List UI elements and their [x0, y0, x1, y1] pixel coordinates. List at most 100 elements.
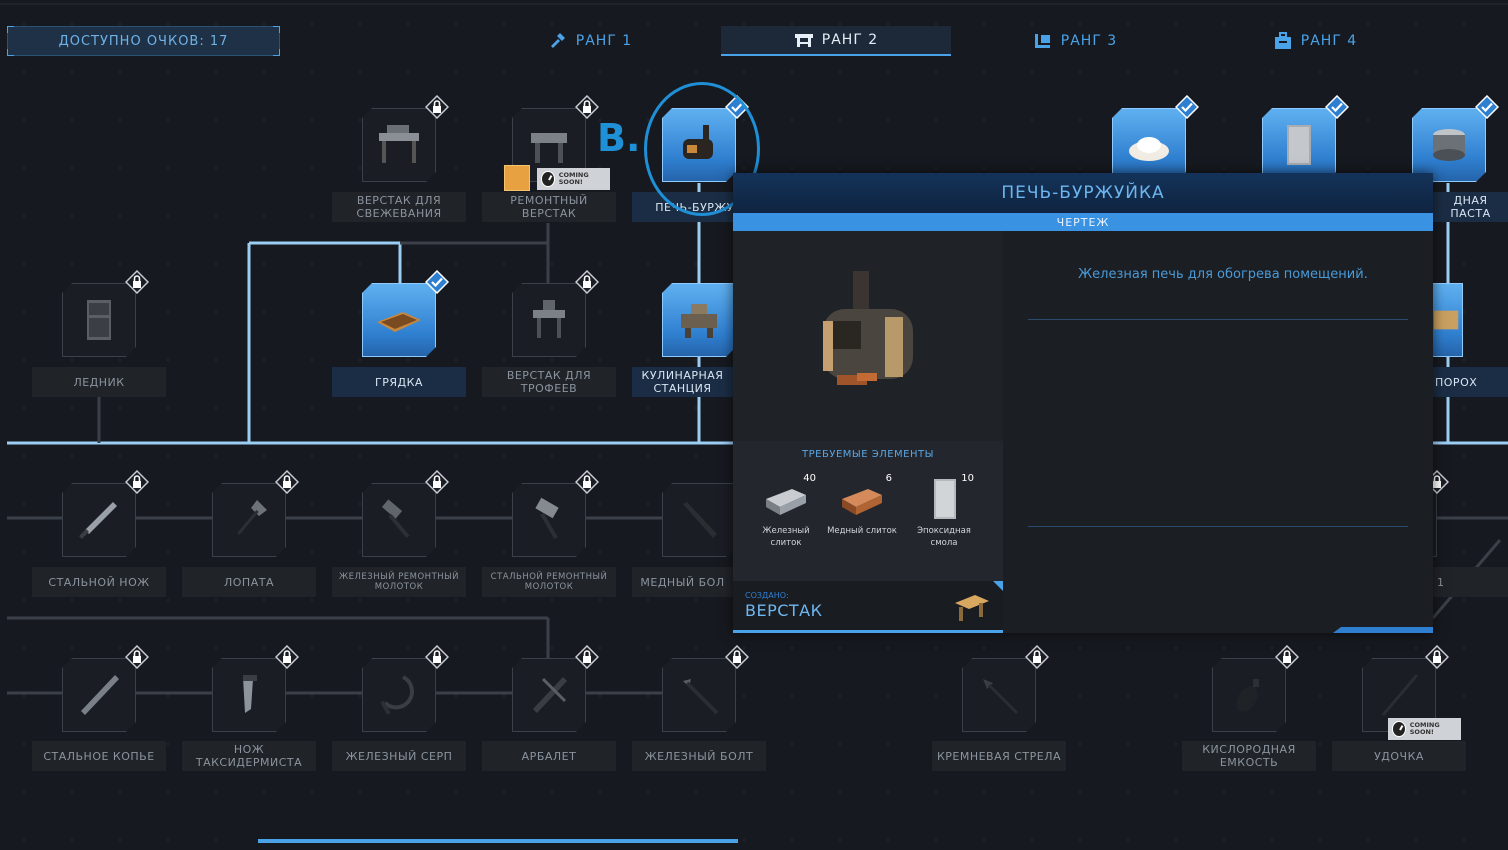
tree-node-steel-spear[interactable]: [62, 658, 136, 732]
tree-node-oxygen-tank[interactable]: [1212, 658, 1286, 732]
item-label-flint-arrow: КРЕМНЕВАЯ СТРЕЛА: [932, 741, 1066, 771]
item-label-copper-bolt: МЕДНЫЙ БОЛ: [632, 567, 733, 597]
tab-rank-1-label: РАНГ 1: [575, 33, 633, 49]
item-label-gunpowder: ПОРОХ: [1433, 367, 1508, 397]
tree-node-crossbow[interactable]: [512, 658, 586, 732]
tree-node-paste[interactable]: [1412, 108, 1486, 182]
lock-icon: [125, 270, 149, 294]
copper-ingot-icon: [842, 489, 882, 515]
lock-icon: [1025, 645, 1049, 669]
item-label-row2-right: 1: [1433, 567, 1508, 597]
item-label-fresh-bench: ВЕРСТАК ДЛЯ СВЕЖЕВАНИЯ: [332, 192, 466, 222]
spear-icon: [73, 669, 125, 721]
knife-icon: [73, 494, 125, 546]
tree-node-iron-sickle[interactable]: [362, 658, 436, 732]
tab-rank-4[interactable]: РАНГ 4: [1250, 26, 1380, 56]
item-label-iron-hammer: ЖЕЛЕЗНЫЙ РЕМОНТНЫЙ МОЛОТОК: [332, 567, 466, 597]
required-qty: 10: [961, 473, 974, 484]
tree-node-cooking[interactable]: [662, 283, 736, 357]
tree-node-gunpowder[interactable]: [1433, 283, 1463, 357]
required-item: 10 Эпоксидная смола: [909, 473, 979, 549]
tree-node-row2-right[interactable]: [1433, 483, 1437, 557]
tree-node-garden[interactable]: [362, 283, 436, 357]
item-label-crossbow: АРБАЛЕТ: [482, 741, 616, 771]
panel-accent-bar: [1333, 627, 1433, 633]
crafted-at-label: СОЗДАНО:: [745, 591, 789, 600]
lock-icon: [425, 470, 449, 494]
item-label-iron-sickle: ЖЕЛЕЗНЫЙ СЕРП: [332, 741, 466, 771]
item-label-oxygen-tank: КИСЛОРОДНАЯ ЕМКОСТЬ: [1182, 741, 1316, 771]
tab-rank-4-label: РАНГ 4: [1300, 33, 1358, 49]
tab-rank-2[interactable]: РАНГ 2: [721, 26, 951, 56]
cooking-station-icon: [673, 294, 725, 346]
tab-rank-3[interactable]: РАНГ 3: [1010, 26, 1140, 56]
clock-icon: [1392, 721, 1406, 737]
required-name: Эпоксидная смола: [917, 526, 971, 548]
checkmark-icon: [1325, 95, 1349, 119]
tree-node-steel-knife[interactable]: [62, 483, 136, 557]
tree-node-salt[interactable]: [1112, 108, 1186, 182]
available-points: ДОСТУПНО ОЧКОВ: 17: [7, 26, 280, 56]
item-detail-panel: ПЕЧЬ-БУРЖУЙКА ЧЕРТЕЖ ТРЕБУЕМЫЕ ЭЛЕМЕНТЫ …: [733, 173, 1433, 633]
horizontal-scrollbar[interactable]: [258, 839, 738, 843]
workbench-small-icon: [955, 595, 989, 621]
required-items-title: ТРЕБУЕМЫЕ ЭЛЕМЕНТЫ: [802, 449, 934, 460]
tree-node-steel-hammer[interactable]: [512, 483, 586, 557]
gunpowder-icon: [1433, 310, 1458, 330]
tree-node-taxidermy-knife[interactable]: [212, 658, 286, 732]
item-label-garden: ГРЯДКА: [332, 367, 466, 397]
item-label-cooking: КУЛИНАРНАЯ СТАНЦИЯ: [632, 367, 733, 397]
stove-icon: [673, 119, 725, 171]
lock-icon: [575, 645, 599, 669]
tab-rank-2-label: РАНГ 2: [821, 32, 879, 48]
tree-node-fresh-bench[interactable]: [362, 108, 436, 182]
tree-node-flint-arrow[interactable]: [962, 658, 1036, 732]
crafted-at-value: ВЕРСТАК: [745, 601, 823, 620]
tree-node-iron-hammer[interactable]: [362, 483, 436, 557]
coming-soon-badge: COMING SOON!: [1388, 718, 1461, 740]
crafted-at: СОЗДАНО: ВЕРСТАК: [733, 581, 1003, 633]
available-points-label: ДОСТУПНО ОЧКОВ: 17: [58, 33, 229, 49]
item-label-paste: ДНАЯ ПАСТА: [1433, 192, 1508, 222]
oxygen-tank-icon: [1223, 669, 1275, 721]
repair-bench-icon: [523, 119, 575, 171]
blueprint-book-icon: [504, 165, 530, 191]
clock-icon: [541, 171, 555, 187]
can-icon: [1423, 119, 1475, 171]
tab-rank-1[interactable]: РАНГ 1: [520, 26, 660, 56]
corner-marker: [993, 581, 1003, 591]
tab-rank-3-label: РАНГ 3: [1060, 33, 1118, 49]
lock-icon: [275, 470, 299, 494]
tree-node-trophy-bench[interactable]: [512, 283, 586, 357]
tree-node-shovel[interactable]: [212, 483, 286, 557]
required-qty: 6: [885, 473, 892, 484]
tree-node-iron-bolt[interactable]: [662, 658, 736, 732]
item-label-fishing-rod: УДОЧКА: [1332, 741, 1466, 771]
crossbow-icon: [523, 669, 575, 721]
lock-icon: [575, 95, 599, 119]
item-label-trophy-bench: ВЕРСТАК ДЛЯ ТРОФЕЕВ: [482, 367, 616, 397]
required-name: Железный слиток: [762, 526, 810, 548]
tree-node-stove[interactable]: [662, 108, 736, 182]
hammer-tool-icon: [373, 494, 425, 546]
garden-bed-icon: [373, 294, 425, 346]
bolt-icon: [673, 669, 725, 721]
tree-node-copper-bolt[interactable]: [662, 483, 736, 557]
item-description: Железная печь для обогрева помещений.: [1078, 267, 1368, 282]
required-item: 6 Медный слиток: [827, 473, 897, 537]
tree-node-epoxy[interactable]: [1262, 108, 1336, 182]
skinning-bench-icon: [373, 119, 425, 171]
lock-icon: [575, 270, 599, 294]
resin-bag-icon: [1273, 119, 1325, 171]
knife-icon: [223, 669, 275, 721]
hammer-tool-icon: [523, 494, 575, 546]
lock-icon: [425, 645, 449, 669]
tree-node-icebox[interactable]: [62, 283, 136, 357]
checkmark-icon: [1175, 95, 1199, 119]
annotation-letter: B.: [597, 116, 641, 160]
powder-pile-icon: [1123, 119, 1175, 171]
lock-icon: [1425, 645, 1449, 669]
bolt-icon: [673, 494, 725, 546]
panel-subtitle: ЧЕРТЕЖ: [733, 213, 1433, 231]
lock-icon: [575, 470, 599, 494]
